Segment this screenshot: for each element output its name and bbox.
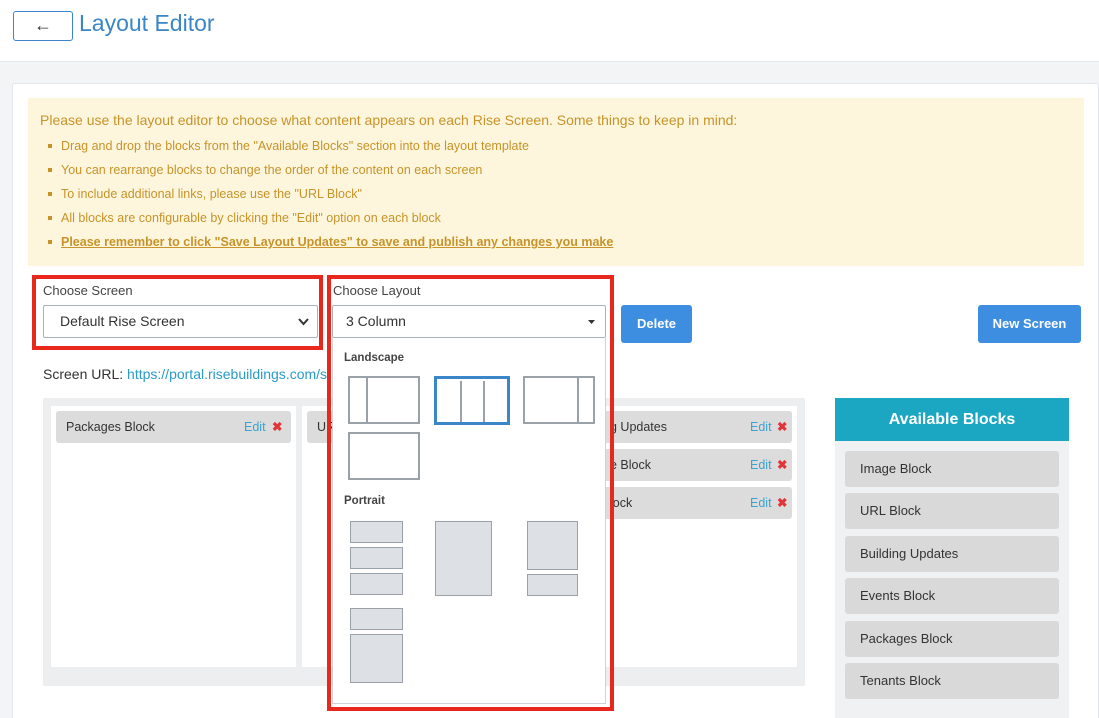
choose-layout-highlight bbox=[327, 275, 614, 711]
available-block-events[interactable]: Events Block bbox=[845, 578, 1059, 614]
available-block-image[interactable]: Image Block bbox=[845, 451, 1059, 487]
new-screen-button[interactable]: New Screen bbox=[978, 305, 1081, 343]
edit-link[interactable]: Edit bbox=[750, 487, 772, 519]
remove-icon[interactable]: ✖ bbox=[777, 411, 787, 443]
available-block-tenants[interactable]: Tenants Block bbox=[845, 663, 1059, 699]
layout-column-1: Packages Block Edit ✖ bbox=[51, 406, 296, 667]
edit-link[interactable]: Edit bbox=[244, 411, 266, 443]
back-button[interactable]: ← bbox=[13, 11, 73, 41]
available-block-building-updates[interactable]: Building Updates bbox=[845, 536, 1059, 572]
screen-url-label: Screen URL: bbox=[43, 366, 128, 382]
notice-item: All blocks are configurable by clicking … bbox=[47, 210, 613, 234]
notice-item: You can rearrange blocks to change the o… bbox=[47, 162, 613, 186]
screen-url: Screen URL: https://portal.risebuildings… bbox=[43, 366, 327, 382]
remove-icon[interactable]: ✖ bbox=[777, 449, 787, 481]
edit-link[interactable]: Edit bbox=[750, 411, 772, 443]
delete-button[interactable]: Delete bbox=[621, 305, 692, 343]
remove-icon[interactable]: ✖ bbox=[272, 411, 282, 443]
block-label: g Updates bbox=[610, 420, 667, 434]
layout-block[interactable]: Packages Block Edit ✖ bbox=[56, 411, 291, 443]
available-block-url[interactable]: URL Block bbox=[845, 493, 1059, 529]
remove-icon[interactable]: ✖ bbox=[777, 487, 787, 519]
choose-screen-highlight bbox=[32, 275, 323, 350]
block-label: Packages Block bbox=[66, 420, 155, 434]
instructions-notice: Please use the layout editor to choose w… bbox=[28, 98, 1084, 266]
notice-item: To include additional links, please use … bbox=[47, 186, 613, 210]
notice-intro: Please use the layout editor to choose w… bbox=[40, 112, 738, 128]
available-blocks-title: Available Blocks bbox=[835, 398, 1069, 441]
notice-item: Drag and drop the blocks from the "Avail… bbox=[47, 138, 613, 162]
page-title: Layout Editor bbox=[79, 10, 215, 36]
available-block-packages[interactable]: Packages Block bbox=[845, 621, 1059, 657]
screen-url-link[interactable]: https://portal.risebuildings.com/s bbox=[127, 366, 327, 382]
top-bar: ← Layout Editor bbox=[0, 0, 1099, 62]
notice-list: Drag and drop the blocks from the "Avail… bbox=[47, 138, 613, 258]
edit-link[interactable]: Edit bbox=[750, 449, 772, 481]
notice-item-save-reminder: Please remember to click "Save Layout Up… bbox=[47, 234, 613, 258]
block-label: e Block bbox=[610, 458, 651, 472]
